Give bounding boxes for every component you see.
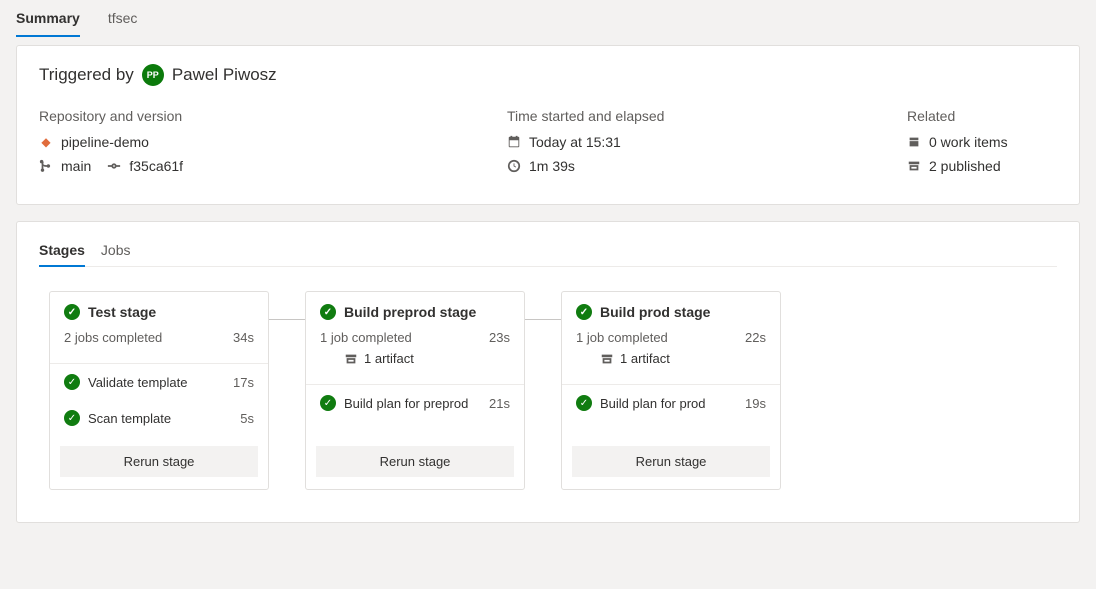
time-column: Time started and elapsed Today at 15:31 … — [507, 108, 867, 182]
repo-heading: Repository and version — [39, 108, 467, 124]
stages-card: Stages Jobs ✓ Test stage 2 jobs complete… — [16, 221, 1080, 523]
stage-duration: 34s — [233, 330, 254, 345]
avatar[interactable]: PP — [142, 64, 164, 86]
success-icon: ✓ — [64, 304, 80, 320]
time-started: Today at 15:31 — [507, 134, 867, 150]
stage-row: ✓ Test stage 2 jobs completed 34s ✓ Vali… — [39, 291, 1057, 500]
published-link[interactable]: 2 published — [907, 158, 1057, 174]
stage-title: Test stage — [88, 304, 156, 320]
repo-name: pipeline-demo — [61, 134, 149, 150]
artifact-icon — [600, 352, 614, 366]
work-items-link[interactable]: 0 work items — [907, 134, 1057, 150]
artifact-icon — [907, 159, 921, 173]
time-elapsed: 1m 39s — [507, 158, 867, 174]
work-items-icon — [907, 135, 921, 149]
success-icon: ✓ — [576, 304, 592, 320]
stage-card-prod[interactable]: ✓ Build prod stage 1 job completed 22s 1… — [561, 291, 781, 490]
clock-icon — [507, 159, 521, 173]
commit-icon — [107, 159, 121, 173]
time-heading: Time started and elapsed — [507, 108, 867, 124]
stage-summary: 1 job completed — [320, 330, 412, 345]
stage-connector — [525, 319, 561, 320]
tab-stages[interactable]: Stages — [39, 234, 85, 266]
stage-card-test[interactable]: ✓ Test stage 2 jobs completed 34s ✓ Vali… — [49, 291, 269, 490]
work-items-text: 0 work items — [929, 134, 1008, 150]
repo-version-column: Repository and version ◆ pipeline-demo m… — [39, 108, 467, 182]
stage-duration: 22s — [745, 330, 766, 345]
stage-duration: 23s — [489, 330, 510, 345]
stage-connector — [269, 319, 305, 320]
artifact-link[interactable]: 1 artifact — [600, 351, 766, 366]
stage-summary: 2 jobs completed — [64, 330, 162, 345]
stage-title: Build prod stage — [600, 304, 710, 320]
job-name: Validate template — [88, 375, 225, 390]
commit-sha: f35ca61f — [129, 158, 183, 174]
repo-link[interactable]: ◆ pipeline-demo — [39, 134, 467, 150]
branch-link[interactable]: main — [39, 158, 91, 174]
rerun-stage-button[interactable]: Rerun stage — [60, 446, 258, 477]
artifact-text: 1 artifact — [620, 351, 670, 366]
artifact-text: 1 artifact — [364, 351, 414, 366]
job-name: Scan template — [88, 411, 232, 426]
published-text: 2 published — [929, 158, 1001, 174]
job-row[interactable]: ✓ Validate template 17s — [50, 364, 268, 400]
stage-summary: 1 job completed — [576, 330, 668, 345]
git-repo-icon: ◆ — [39, 135, 53, 149]
triggered-by-label: Triggered by — [39, 65, 134, 85]
success-icon: ✓ — [320, 304, 336, 320]
stage-card-preprod[interactable]: ✓ Build preprod stage 1 job completed 23… — [305, 291, 525, 490]
tab-jobs[interactable]: Jobs — [101, 234, 131, 266]
branch-icon — [39, 159, 53, 173]
commit-link[interactable]: f35ca61f — [107, 158, 183, 174]
tab-tfsec[interactable]: tfsec — [108, 0, 150, 36]
job-duration: 5s — [240, 411, 254, 426]
related-column: Related 0 work items 2 published — [907, 108, 1057, 182]
success-icon: ✓ — [576, 395, 592, 411]
branch-name: main — [61, 158, 91, 174]
started-text: Today at 15:31 — [529, 134, 621, 150]
run-summary-card: Triggered by PP Pawel Piwosz Repository … — [16, 45, 1080, 205]
job-name: Build plan for prod — [600, 396, 737, 411]
summary-tabs: Summary tfsec — [0, 0, 1096, 37]
rerun-stage-button[interactable]: Rerun stage — [572, 446, 770, 477]
job-name: Build plan for preprod — [344, 396, 481, 411]
job-row[interactable]: ✓ Build plan for preprod 21s — [306, 385, 524, 421]
success-icon: ✓ — [320, 395, 336, 411]
job-row[interactable]: ✓ Scan template 5s — [50, 400, 268, 436]
job-duration: 17s — [233, 375, 254, 390]
success-icon: ✓ — [64, 410, 80, 426]
rerun-stage-button[interactable]: Rerun stage — [316, 446, 514, 477]
elapsed-text: 1m 39s — [529, 158, 575, 174]
related-heading: Related — [907, 108, 1057, 124]
stages-tabs: Stages Jobs — [39, 234, 1057, 267]
artifact-icon — [344, 352, 358, 366]
tab-summary[interactable]: Summary — [16, 0, 92, 36]
job-row[interactable]: ✓ Build plan for prod 19s — [562, 385, 780, 421]
triggered-by-name[interactable]: Pawel Piwosz — [172, 65, 277, 85]
success-icon: ✓ — [64, 374, 80, 390]
job-duration: 21s — [489, 396, 510, 411]
stage-title: Build preprod stage — [344, 304, 476, 320]
job-duration: 19s — [745, 396, 766, 411]
triggered-by: Triggered by PP Pawel Piwosz — [39, 64, 1057, 86]
artifact-link[interactable]: 1 artifact — [344, 351, 510, 366]
calendar-icon — [507, 135, 521, 149]
